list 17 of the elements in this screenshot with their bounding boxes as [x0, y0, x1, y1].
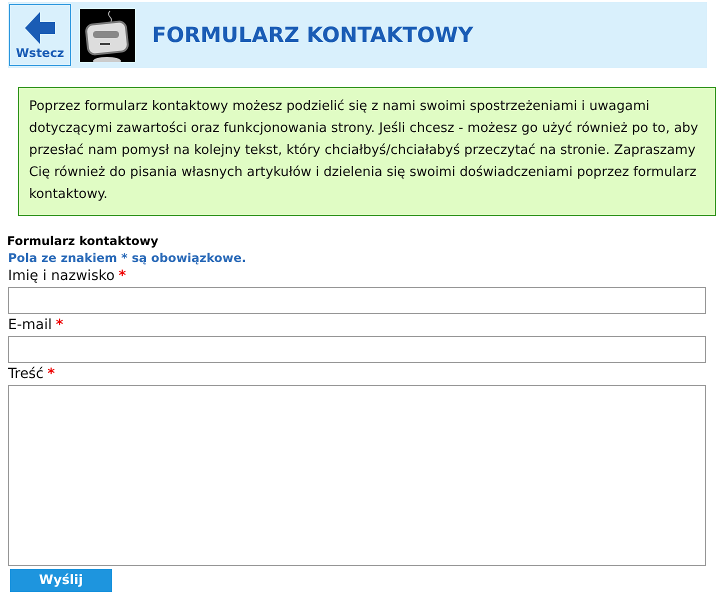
left-arrow-icon [25, 12, 55, 44]
page-title: FORMULARZ KONTAKTOWY [152, 23, 474, 47]
field-label: Treść [8, 366, 44, 382]
required-mark: * [118, 268, 126, 284]
field-label: E-mail [8, 317, 52, 333]
field-label: Imię i nazwisko [8, 268, 115, 284]
input-field[interactable] [8, 336, 706, 363]
message-field[interactable] [8, 385, 706, 566]
input-field[interactable] [8, 287, 706, 314]
form-heading: Formularz kontaktowy [7, 234, 160, 248]
intro-text: Poprzez formularz kontaktowy możesz podzielić się z nami swoimi spostrzeżeniami i uwagami dotyczącymi zawartości oraz funkcjonowania strony. Jeśli chcesz - możesz go użyć również po to, aby przesłać nam pomysł na kolejny tekst, który chciałbyś/chciałabyś przeczytać na stronie. Zapraszamy Cię również do pisania własnych artykułów i dzielenia się swoimi doświadczeniami poprzez formularz kontaktowy. [18, 87, 716, 216]
submit-button[interactable]: Wyślij [10, 569, 112, 592]
required-mark: * [48, 366, 55, 382]
required-mark: * [56, 317, 64, 333]
robot-icon [80, 8, 135, 62]
required-note: Pola ze znakiem * są obowiązkowe. [8, 251, 248, 265]
back-button[interactable]: Wstecz [9, 4, 71, 66]
